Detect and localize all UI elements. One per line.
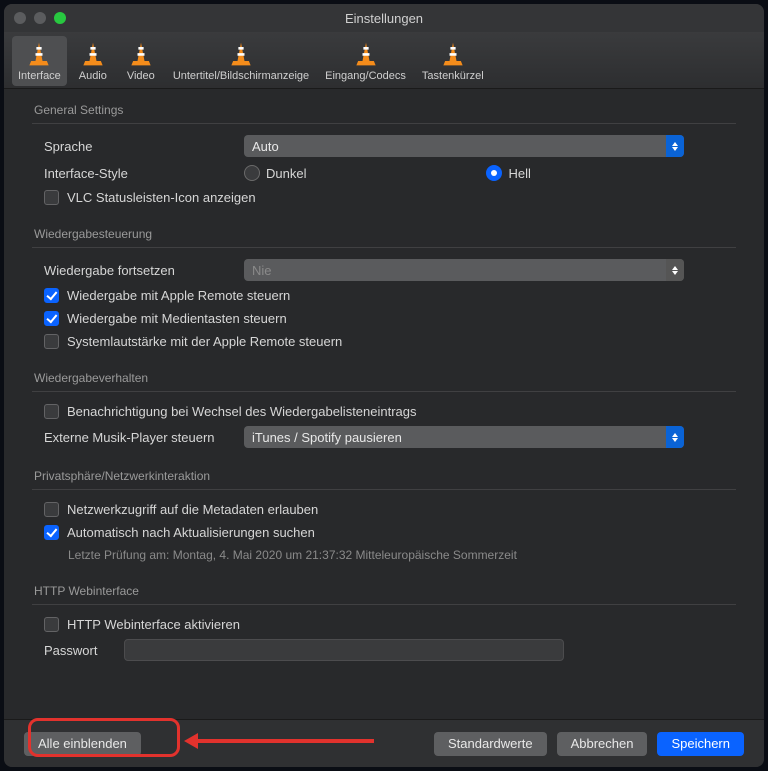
system-volume-label: Systemlautstärke mit der Apple Remote st… — [67, 334, 342, 349]
checkbox-system-volume[interactable] — [44, 334, 59, 349]
section-title-playback-beh: Wiedergabeverhalten — [32, 371, 736, 385]
section-title-privacy: Privatsphäre/Netzwerkinteraktion — [32, 469, 736, 483]
vlc-cone-icon — [25, 40, 53, 68]
section-http: HTTP Webinterface HTTP Webinterface akti… — [32, 584, 736, 676]
ext-player-label: Externe Musik-Player steuern — [44, 430, 244, 445]
language-label: Sprache — [44, 139, 244, 154]
notify-track-label: Benachrichtigung bei Wechsel des Wiederg… — [67, 404, 417, 419]
checkbox-metadata-net[interactable] — [44, 502, 59, 517]
password-input[interactable] — [124, 639, 564, 661]
vlc-cone-icon — [227, 40, 255, 68]
resume-select[interactable]: Nie — [244, 259, 684, 281]
tab-interface[interactable]: Interface — [12, 36, 67, 86]
language-select[interactable]: Auto — [244, 135, 684, 157]
resume-label: Wiedergabe fortsetzen — [44, 263, 244, 278]
password-label: Passwort — [44, 643, 124, 658]
defaults-button[interactable]: Standardwerte — [434, 732, 547, 756]
tab-input-codecs[interactable]: Eingang/Codecs — [319, 36, 412, 86]
tab-video[interactable]: Video — [119, 36, 163, 86]
tab-hotkeys[interactable]: Tastenkürzel — [416, 36, 490, 86]
vlc-cone-icon — [127, 40, 155, 68]
checkbox-auto-update[interactable] — [44, 525, 59, 540]
radio-light[interactable]: Hell — [486, 165, 530, 181]
preferences-window: Einstellungen Interface Audio Video Unte… — [4, 4, 764, 767]
section-playback-behavior: Wiedergabeverhalten Benachrichtigung bei… — [32, 371, 736, 463]
radio-dark[interactable]: Dunkel — [244, 165, 306, 181]
tab-audio[interactable]: Audio — [71, 36, 115, 86]
section-title-playback-ctrl: Wiedergabesteuerung — [32, 227, 736, 241]
titlebar: Einstellungen — [4, 4, 764, 32]
ext-player-select[interactable]: iTunes / Spotify pausieren — [244, 426, 684, 448]
save-button[interactable]: Speichern — [657, 732, 744, 756]
chevron-updown-icon — [666, 135, 684, 157]
section-playback-control: Wiedergabesteuerung Wiedergabe fortsetze… — [32, 227, 736, 365]
checkbox-apple-remote[interactable] — [44, 288, 59, 303]
chevron-updown-icon — [666, 259, 684, 281]
footer: Alle einblenden Standardwerte Abbrechen … — [4, 719, 764, 767]
tab-subtitles[interactable]: Untertitel/Bildschirmanzeige — [167, 36, 315, 86]
apple-remote-label: Wiedergabe mit Apple Remote steuern — [67, 288, 290, 303]
chevron-updown-icon — [666, 426, 684, 448]
toolbar: Interface Audio Video Untertitel/Bildsch… — [4, 32, 764, 89]
status-icon-label: VLC Statusleisten-Icon anzeigen — [67, 190, 256, 205]
radio-icon — [244, 165, 260, 181]
metadata-net-label: Netzwerkzugriff auf die Metadaten erlaub… — [67, 502, 318, 517]
vlc-cone-icon — [79, 40, 107, 68]
last-check-text: Letzte Prüfung am: Montag, 4. Mai 2020 u… — [44, 544, 736, 566]
content-area: General Settings Sprache Auto Interface-… — [4, 89, 764, 767]
media-keys-label: Wiedergabe mit Medientasten steuern — [67, 311, 287, 326]
auto-update-label: Automatisch nach Aktualisierungen suchen — [67, 525, 315, 540]
show-all-button[interactable]: Alle einblenden — [24, 732, 141, 756]
window-title: Einstellungen — [4, 11, 764, 26]
vlc-cone-icon — [439, 40, 467, 68]
section-title-general: General Settings — [32, 103, 736, 117]
section-general: General Settings Sprache Auto Interface-… — [32, 103, 736, 221]
checkbox-http-enable[interactable] — [44, 617, 59, 632]
style-label: Interface-Style — [44, 166, 244, 181]
cancel-button[interactable]: Abbrechen — [557, 732, 648, 756]
http-enable-label: HTTP Webinterface aktivieren — [67, 617, 240, 632]
checkbox-media-keys[interactable] — [44, 311, 59, 326]
checkbox-notify-track[interactable] — [44, 404, 59, 419]
radio-icon — [486, 165, 502, 181]
vlc-cone-icon — [352, 40, 380, 68]
section-title-http: HTTP Webinterface — [32, 584, 736, 598]
section-privacy: Privatsphäre/Netzwerkinteraktion Netzwer… — [32, 469, 736, 578]
checkbox-status-icon[interactable] — [44, 190, 59, 205]
